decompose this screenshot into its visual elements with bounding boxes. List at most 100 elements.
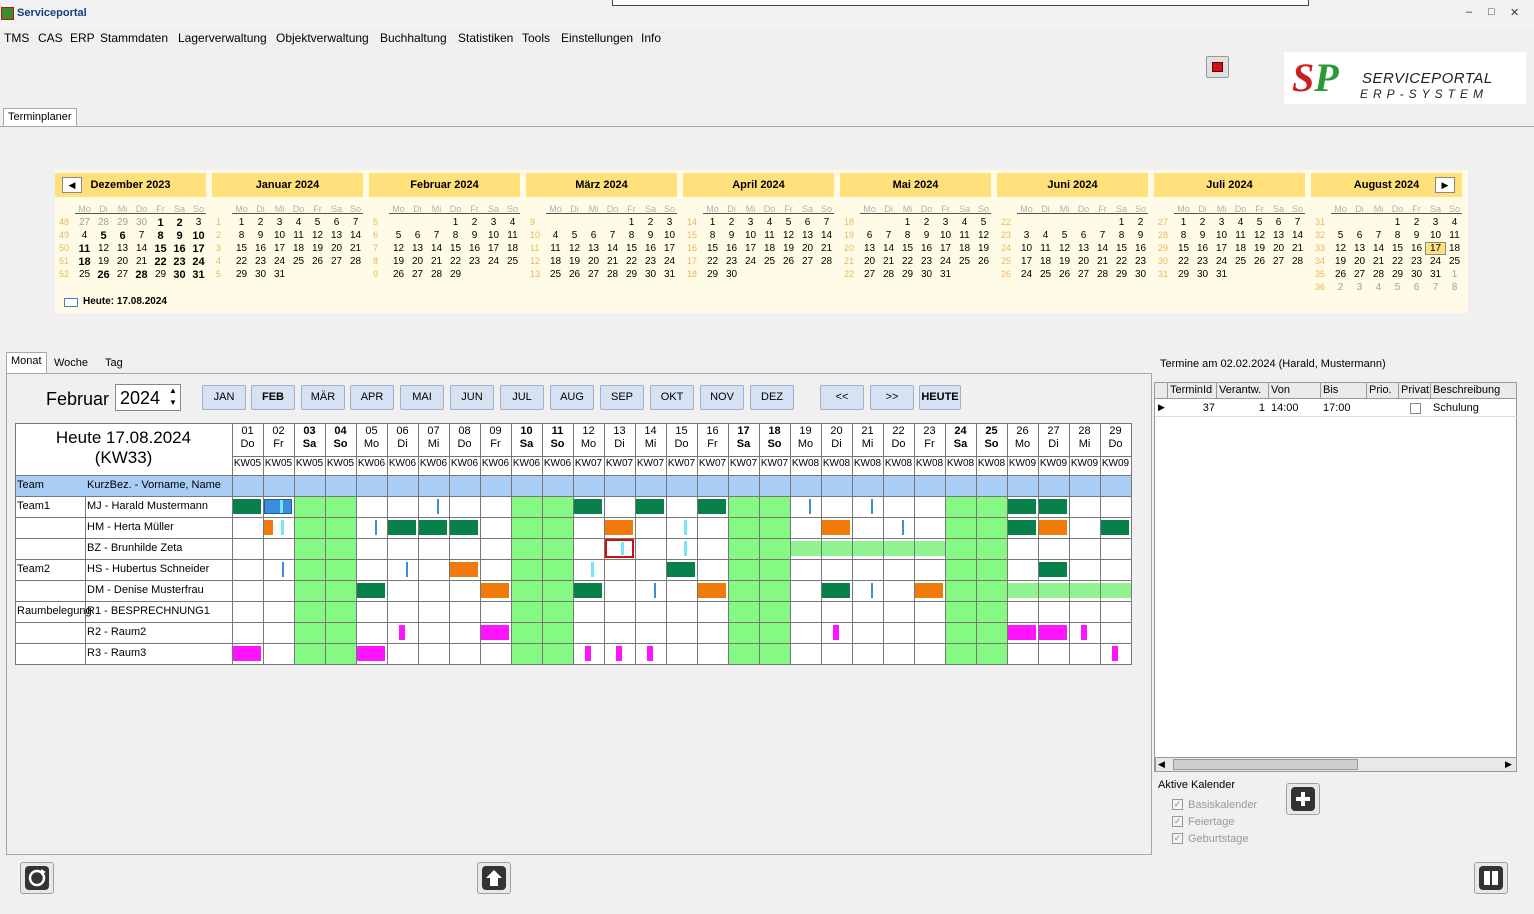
day-cell[interactable]: 8 (622, 230, 641, 241)
day-cell[interactable]: 31 (189, 269, 208, 281)
appointment-block[interactable] (585, 646, 591, 661)
day-cell[interactable]: 11 (503, 230, 522, 241)
day-cell[interactable]: 1 (703, 217, 722, 228)
day-cell[interactable]: 17 (189, 243, 208, 255)
calendar-checkbox[interactable]: ✓ (1172, 833, 1183, 844)
day-cell[interactable]: 31 (1426, 269, 1445, 280)
day-cell[interactable]: 27 (1350, 269, 1369, 280)
day-cell[interactable]: 6 (860, 230, 879, 241)
prev-button[interactable]: << (820, 385, 864, 410)
appointment-block[interactable] (1008, 625, 1036, 640)
menu-objektverwaltung[interactable]: Objektverwaltung (276, 31, 369, 45)
day-cell[interactable]: 2 (722, 217, 741, 228)
day-cell[interactable]: 3 (660, 217, 679, 228)
day-cell[interactable]: 21 (1093, 256, 1112, 267)
day-cell[interactable]: 9 (641, 230, 660, 241)
day-cell[interactable]: 9 (722, 230, 741, 241)
day-cell[interactable]: 4 (1036, 230, 1055, 241)
day-cell[interactable]: 7 (346, 217, 365, 228)
spin-up-icon[interactable]: ▲ (169, 386, 177, 395)
day-cell[interactable]: 1 (446, 217, 465, 228)
day-cell[interactable]: 25 (1445, 256, 1464, 267)
day-cell[interactable]: 27 (75, 217, 94, 228)
day-cell[interactable]: 28 (94, 217, 113, 228)
day-cell[interactable]: 30 (1193, 269, 1212, 280)
appointment-block[interactable] (884, 541, 914, 556)
day-cell[interactable]: 5 (1250, 217, 1269, 228)
day-cell[interactable]: 28 (879, 269, 898, 280)
resource-name[interactable]: BZ - Brunhilde Zeta (87, 542, 182, 554)
column-header[interactable]: TerminId (1168, 383, 1217, 399)
day-cell[interactable]: 30 (1131, 269, 1150, 280)
appointment-block[interactable] (388, 520, 416, 535)
appointment-block[interactable] (822, 583, 850, 598)
appointment-block[interactable] (915, 583, 943, 598)
day-cell[interactable]: 27 (408, 269, 427, 280)
day-cell[interactable]: 16 (641, 243, 660, 254)
day-cell[interactable]: 6 (1269, 217, 1288, 228)
day-cell[interactable]: 5 (308, 217, 327, 228)
day-cell[interactable]: 4 (503, 217, 522, 228)
day-cell[interactable]: 3 (936, 217, 955, 228)
day-cell[interactable]: 20 (408, 256, 427, 267)
day-cell[interactable]: 12 (565, 243, 584, 254)
appointment-block[interactable] (605, 539, 634, 558)
day-cell[interactable]: 30 (170, 269, 189, 281)
day-cell[interactable]: 24 (484, 256, 503, 267)
day-cell[interactable]: 24 (660, 256, 679, 267)
appointment-block[interactable] (853, 541, 883, 556)
menu-stammdaten[interactable]: Stammdaten (100, 31, 168, 45)
day-cell[interactable]: 16 (1407, 243, 1426, 254)
day-cell[interactable]: 17 (270, 243, 289, 254)
day-cell[interactable]: 3 (741, 217, 760, 228)
day-cell[interactable]: 27 (798, 256, 817, 267)
day-cell[interactable]: 5 (779, 217, 798, 228)
appointment-block[interactable] (871, 583, 873, 598)
day-cell[interactable]: 8 (151, 230, 170, 242)
menu-einstellungen[interactable]: Einstellungen (561, 31, 633, 45)
day-cell[interactable]: 11 (75, 243, 94, 255)
day-cell[interactable]: 7 (817, 217, 836, 228)
day-cell[interactable]: 7 (427, 230, 446, 241)
day-cell[interactable]: 18 (75, 256, 94, 268)
menu-buchhaltung[interactable]: Buchhaltung (380, 31, 447, 45)
next-month-button[interactable]: ▶ (1435, 177, 1455, 193)
tab-terminplaner[interactable]: Terminplaner (3, 108, 77, 127)
day-cell[interactable]: 4 (1369, 282, 1388, 293)
day-cell[interactable]: 15 (1112, 243, 1131, 254)
day-cell[interactable]: 27 (1269, 256, 1288, 267)
day-cell[interactable]: 28 (132, 269, 151, 281)
column-header[interactable]: Bis (1321, 383, 1367, 399)
day-cell[interactable]: 19 (565, 256, 584, 267)
maximize-button[interactable]: □ (1488, 6, 1495, 18)
prev-month-button[interactable]: ◀ (62, 177, 82, 193)
month-button-jun[interactable]: JUN (450, 385, 494, 410)
day-cell[interactable]: 11 (955, 230, 974, 241)
day-cell[interactable]: 29 (232, 269, 251, 280)
appointment-block[interactable] (281, 520, 284, 535)
day-cell[interactable]: 26 (308, 256, 327, 267)
next-button[interactable]: >> (870, 385, 914, 410)
month-button-okt[interactable]: OKT (650, 385, 694, 410)
day-cell[interactable]: 10 (1017, 243, 1036, 254)
appointment-block[interactable] (698, 583, 726, 598)
spin-down-icon[interactable]: ▼ (169, 398, 177, 407)
appointment-block[interactable] (647, 646, 653, 661)
appointment-block[interactable] (1039, 562, 1067, 577)
day-cell[interactable]: 25 (1036, 269, 1055, 280)
day-cell[interactable]: 18 (546, 256, 565, 267)
day-cell[interactable]: 13 (798, 230, 817, 241)
day-cell[interactable]: 13 (584, 243, 603, 254)
appointment-block[interactable] (1008, 583, 1038, 598)
appointment-block[interactable] (1101, 583, 1131, 598)
day-cell[interactable]: 19 (94, 256, 113, 267)
day-cell[interactable]: 30 (1407, 269, 1426, 280)
day-cell[interactable]: 18 (1036, 256, 1055, 267)
day-cell[interactable]: 17 (1425, 242, 1446, 255)
day-cell[interactable]: 19 (1250, 243, 1269, 254)
day-cell[interactable]: 31 (1212, 269, 1231, 280)
appointment-block[interactable] (574, 499, 602, 514)
appointment-block[interactable] (822, 541, 852, 556)
day-cell[interactable]: 1 (898, 217, 917, 228)
day-cell[interactable]: 23 (1193, 256, 1212, 267)
